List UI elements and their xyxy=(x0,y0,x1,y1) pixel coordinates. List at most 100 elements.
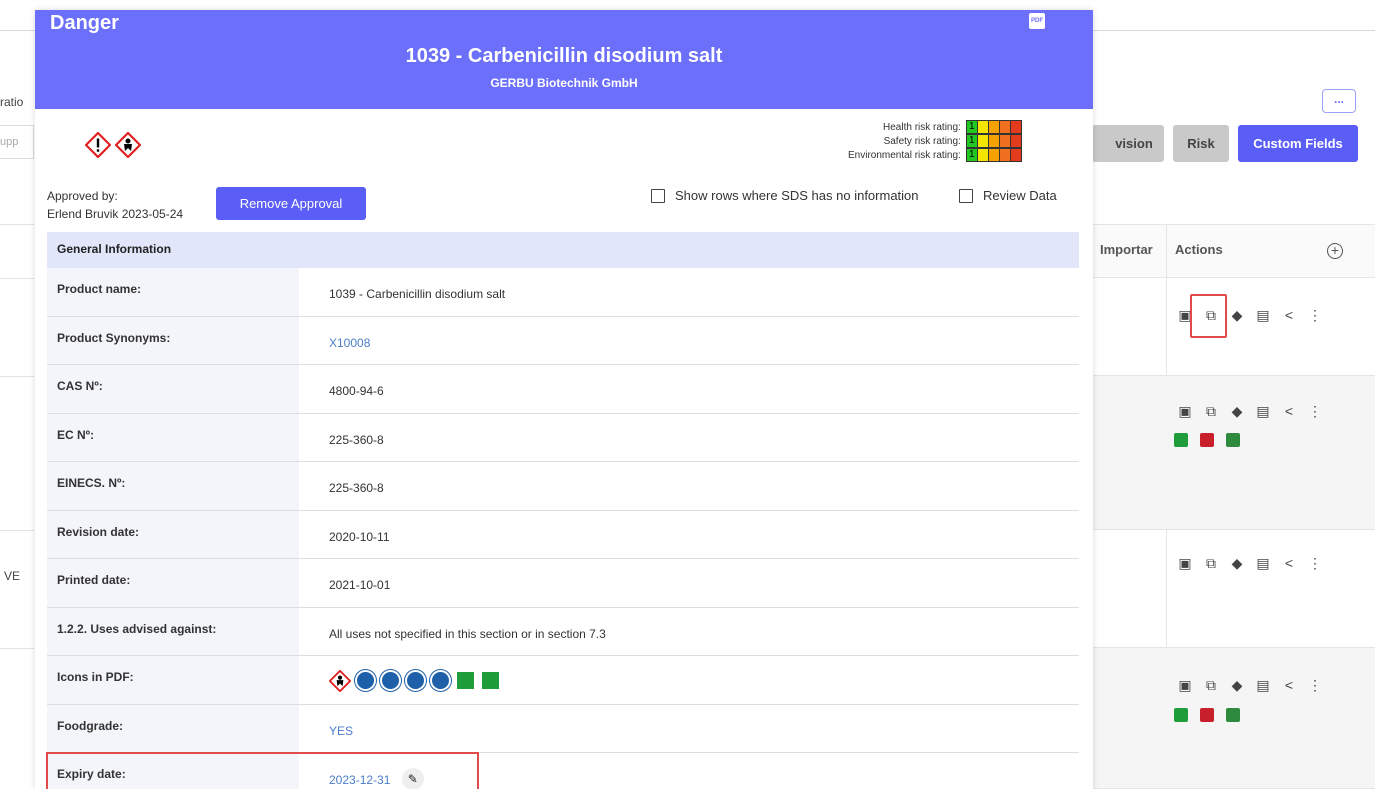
table-row: Product Synonyms: X10008 xyxy=(47,316,1079,365)
row-key: Product name: xyxy=(47,268,299,316)
row-key: Product Synonyms: xyxy=(47,316,299,364)
row-badges xyxy=(1174,708,1240,722)
log-icon[interactable]: ▤ xyxy=(1250,402,1276,420)
row-value: 225-360-8 xyxy=(329,481,384,495)
tag-icon[interactable]: ◆ xyxy=(1224,676,1250,694)
table-row xyxy=(1092,530,1375,648)
risk-button[interactable]: Risk xyxy=(1173,125,1229,162)
pdf-icon[interactable]: ▣ xyxy=(1172,676,1198,694)
log-icon[interactable]: ▤ xyxy=(1250,306,1276,324)
open-external-icon[interactable]: ⧉ xyxy=(1198,402,1224,420)
pdf-icon[interactable]: PDF xyxy=(1029,13,1045,29)
row-key: CAS Nº: xyxy=(47,365,299,413)
open-external-icon[interactable]: ⧉ xyxy=(1198,676,1224,694)
table-row: EC Nº: 225-360-8 xyxy=(47,413,1079,462)
row-value: 1039 - Carbenicillin disodium salt xyxy=(329,287,506,301)
bg-left-input[interactable]: upp xyxy=(0,125,34,159)
show-empty-rows-toggle[interactable]: Show rows where SDS has no information xyxy=(651,188,919,203)
row-badges xyxy=(1174,433,1240,447)
risk-label: Safety risk rating: xyxy=(883,135,961,147)
checkbox[interactable] xyxy=(959,188,973,203)
emergency-exit-icon xyxy=(1226,433,1240,447)
risk-label: Environmental risk rating: xyxy=(848,149,961,161)
table-row: 1.2.2. Uses advised against: All uses no… xyxy=(47,607,1079,656)
environmental-risk-row: Environmental risk rating: 1 xyxy=(848,148,1022,162)
row-value: 225-360-8 xyxy=(329,432,384,447)
bg-row-text: VE xyxy=(4,569,21,583)
row-actions: ▣ ⧉ ◆ ▤ < ⋮ xyxy=(1172,402,1328,420)
tag-icon[interactable]: ◆ xyxy=(1224,402,1250,420)
share-icon[interactable]: < xyxy=(1276,402,1302,420)
row-value: 2021-10-01 xyxy=(329,578,391,592)
emergency-exit-icon xyxy=(1226,708,1240,722)
gloves-icon xyxy=(380,670,401,691)
review-data-toggle[interactable]: Review Data xyxy=(959,188,1057,203)
remove-approval-button[interactable]: Remove Approval xyxy=(216,187,366,220)
row-actions: ▣ ⧉ ◆ ▤ < ⋮ xyxy=(1172,554,1328,572)
row-value: 2020-10-11 xyxy=(329,529,390,544)
risk-cell xyxy=(1009,148,1022,162)
open-external-icon[interactable]: ⧉ xyxy=(1198,554,1224,572)
safety-risk-row: Safety risk rating: 1 xyxy=(848,134,1022,148)
row-key: EINECS. Nº: xyxy=(47,462,299,510)
pdf-icon[interactable]: ▣ xyxy=(1172,554,1198,572)
fire-icon xyxy=(1200,708,1214,722)
protective-clothing-icon xyxy=(405,670,426,691)
row-key: Icons in PDF: xyxy=(47,656,299,704)
row-key: 1.2.2. Uses advised against: xyxy=(47,607,299,655)
col-actions: Actions xyxy=(1175,242,1223,257)
checkbox-label: Show rows where SDS has no information xyxy=(675,188,919,203)
approved-by-label: Approved by: xyxy=(47,189,118,203)
risk-cell xyxy=(1009,134,1022,148)
revision-button[interactable]: vision xyxy=(1092,125,1164,162)
approval-info: Approved by: Erlend Bruvik 2023-05-24 xyxy=(47,187,183,223)
table-row: Revision date: 2020-10-11 xyxy=(47,510,1079,559)
first-aid-icon xyxy=(1174,708,1188,722)
kebab-menu-icon[interactable]: ⋮ xyxy=(1302,554,1328,572)
kebab-menu-icon[interactable]: ⋮ xyxy=(1302,676,1328,694)
share-icon[interactable]: < xyxy=(1276,676,1302,694)
exclamation-hazard-icon xyxy=(85,132,111,158)
health-hazard-icon xyxy=(329,670,351,692)
log-icon[interactable]: ▤ xyxy=(1250,554,1276,572)
foodgrade-value[interactable]: YES xyxy=(299,705,1079,753)
divider xyxy=(0,278,34,279)
col-importance: Importar xyxy=(1100,242,1153,257)
row-value: All uses not specified in this section o… xyxy=(329,626,606,641)
share-icon[interactable]: < xyxy=(1276,554,1302,572)
row-key: Revision date: xyxy=(47,510,299,558)
respirator-icon xyxy=(430,670,451,691)
table-row: Foodgrade: YES xyxy=(47,704,1079,753)
custom-fields-button[interactable]: Custom Fields xyxy=(1238,125,1358,162)
first-aid-icon xyxy=(1174,433,1188,447)
checkbox-label: Review Data xyxy=(983,188,1057,203)
risk-ratings: Health risk rating: 1 Safety risk rating… xyxy=(848,120,1022,162)
supplier-name: GERBU Biotechnik GmbH xyxy=(490,76,638,90)
divider xyxy=(0,648,34,649)
table-row: CAS Nº: 4800-94-6 xyxy=(47,365,1079,414)
kebab-menu-icon[interactable]: ⋮ xyxy=(1302,306,1328,324)
synonym-link[interactable]: X10008 xyxy=(299,317,1079,365)
kebab-menu-icon[interactable]: ⋮ xyxy=(1302,402,1328,420)
highlight-box xyxy=(1190,294,1227,338)
table-row: EINECS. Nº: 225-360-8 xyxy=(47,462,1079,511)
share-icon[interactable]: < xyxy=(1276,306,1302,324)
risk-cell xyxy=(1009,120,1022,134)
row-actions: ▣ ⧉ ◆ ▤ < ⋮ xyxy=(1172,676,1328,694)
row-value: 4800-94-6 xyxy=(329,384,384,398)
log-icon[interactable]: ▤ xyxy=(1250,676,1276,694)
modal-header: Danger 1039 - Carbenicillin disodium sal… xyxy=(35,10,1093,109)
divider xyxy=(0,224,34,225)
pdf-icon[interactable]: ▣ xyxy=(1172,402,1198,420)
signal-word: Danger xyxy=(50,12,119,34)
tag-icon[interactable]: ◆ xyxy=(1224,306,1250,324)
tag-icon[interactable]: ◆ xyxy=(1224,554,1250,572)
more-options-button[interactable]: ... xyxy=(1322,89,1356,113)
table-row: Printed date: 2021-10-01 xyxy=(47,559,1079,608)
general-info-table: General Information Product name: 1039 -… xyxy=(47,232,1079,789)
sds-modal: Danger 1039 - Carbenicillin disodium sal… xyxy=(35,10,1093,789)
checkbox[interactable] xyxy=(651,188,665,203)
add-column-icon[interactable]: + xyxy=(1327,243,1343,259)
table-row: Product name: 1039 - Carbenicillin disod… xyxy=(47,268,1079,317)
health-risk-row: Health risk rating: 1 xyxy=(848,120,1022,134)
